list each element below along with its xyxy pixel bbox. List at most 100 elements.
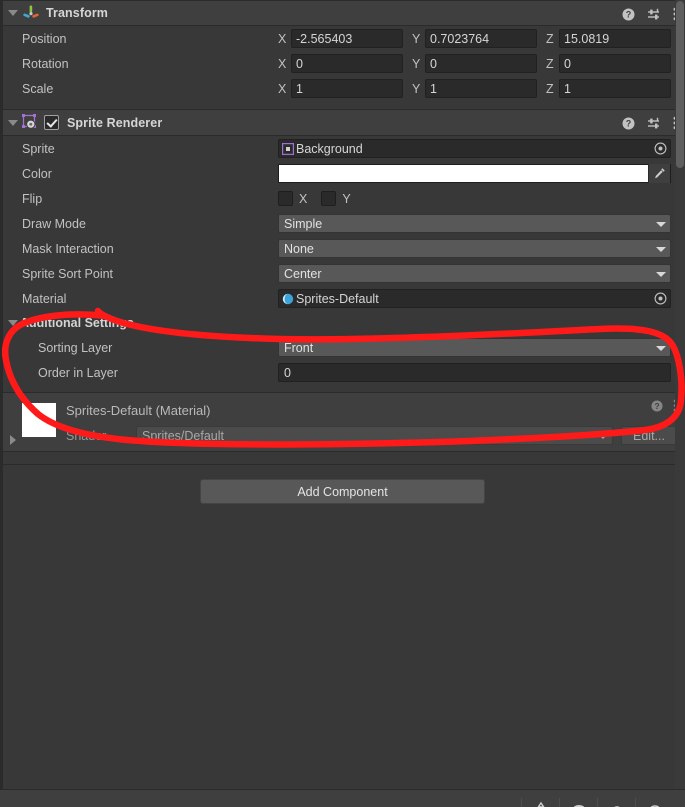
object-picker-icon — [654, 142, 667, 155]
help-icon[interactable]: ? — [622, 8, 635, 21]
unity-inspector-window: Transform ? Position X -2.565403 Y 0.702… — [0, 0, 685, 807]
material-object-picker-button[interactable] — [652, 290, 669, 307]
svg-text:?: ? — [626, 9, 632, 19]
sprite-sort-point-dropdown[interactable]: Center — [278, 264, 671, 283]
rotation-y-input[interactable]: 0 — [425, 54, 537, 73]
draw-mode-row: Draw Mode Simple — [0, 211, 685, 236]
material-asset-title: Sprites-Default (Material) — [66, 403, 211, 418]
chevron-down-icon — [656, 272, 666, 277]
chevron-down-icon — [598, 434, 608, 439]
scale-y-input[interactable]: 1 — [425, 79, 537, 98]
rotation-x-input[interactable]: 0 — [291, 54, 403, 73]
material-asset-header-icons: ? — [651, 399, 677, 412]
transform-title: Transform — [46, 6, 109, 20]
preset-icon[interactable] — [647, 8, 661, 21]
help-icon[interactable]: ? — [651, 399, 663, 412]
sprite-sort-point-label: Sprite Sort Point — [22, 266, 114, 281]
additional-settings-foldout-arrow[interactable] — [6, 316, 20, 330]
rotation-z-axis-label: Z — [546, 56, 554, 71]
sprite-label: Sprite — [22, 141, 55, 156]
sprite-sort-point-row: Sprite Sort Point Center — [0, 261, 685, 286]
tool-icon-3[interactable] — [597, 798, 635, 807]
chevron-down-icon — [656, 346, 666, 351]
transform-foldout-arrow[interactable] — [6, 6, 20, 20]
sprite-renderer-foldout-arrow[interactable] — [6, 116, 20, 130]
sprite-field-row: Sprite Background — [0, 136, 685, 161]
inspector-scrollbar[interactable] — [675, 0, 685, 807]
inspector-empty-space — [0, 516, 685, 774]
transform-bottom-spacer — [0, 101, 685, 109]
mask-interaction-dropdown[interactable]: None — [278, 239, 671, 258]
color-swatch[interactable] — [279, 165, 648, 182]
position-x-input[interactable]: -2.565403 — [291, 29, 403, 48]
object-picker-icon — [654, 292, 667, 305]
tool-icon-4[interactable] — [635, 798, 673, 807]
transform-body: Position X -2.565403 Y 0.7023764 Z 15.08… — [0, 26, 685, 109]
material-object-field[interactable]: Sprites-Default — [278, 289, 671, 308]
scale-label: Scale — [22, 81, 54, 96]
flip-x-checkbox[interactable] — [278, 191, 293, 206]
scale-z-input[interactable]: 1 — [559, 79, 671, 98]
eyedropper-button[interactable] — [648, 164, 670, 183]
additional-settings-header[interactable]: Additional Settings — [0, 311, 685, 335]
draw-mode-label: Draw Mode — [22, 216, 86, 231]
sprite-renderer-icon — [22, 114, 36, 129]
scale-x-input[interactable]: 1 — [291, 79, 403, 98]
tool-icon-1[interactable] — [521, 798, 559, 807]
sprite-renderer-title: Sprite Renderer — [67, 115, 163, 130]
mask-interaction-label: Mask Interaction — [22, 241, 114, 256]
flip-y-label: Y — [342, 191, 351, 206]
draw-mode-dropdown[interactable]: Simple — [278, 214, 671, 233]
shader-edit-button[interactable]: Edit... — [621, 426, 677, 445]
material-sphere-icon — [282, 293, 294, 304]
sprite-renderer-component-header[interactable]: Sprite Renderer ? — [0, 110, 685, 136]
transform-axes-icon — [23, 5, 39, 18]
transform-header-icons: ? — [622, 1, 677, 27]
flip-y-checkbox[interactable] — [321, 191, 337, 206]
shader-dropdown[interactable]: Sprites/Default — [136, 426, 613, 445]
position-y-input[interactable]: 0.7023764 — [425, 29, 537, 48]
order-in-layer-input[interactable]: 0 — [278, 363, 671, 382]
sorting-layer-dropdown[interactable]: Front — [278, 338, 671, 357]
mask-interaction-row: Mask Interaction None — [0, 236, 685, 261]
position-z-input[interactable]: 15.0819 — [559, 29, 671, 48]
help-icon[interactable]: ? — [622, 117, 635, 130]
sprite-object-field[interactable]: Background — [278, 139, 671, 158]
sprite-object-picker-button[interactable] — [652, 140, 669, 157]
material-value: Sprites-Default — [296, 291, 379, 306]
sprite-renderer-enabled-checkbox[interactable] — [44, 115, 59, 130]
sprite-renderer-header-icons: ? — [622, 110, 677, 136]
flip-field-row: Flip X Y — [0, 186, 685, 211]
transform-component-header[interactable]: Transform ? — [0, 0, 685, 26]
sorting-layer-value: Front — [284, 341, 314, 355]
sprite-sort-point-value: Center — [284, 267, 322, 281]
mask-interaction-value: None — [284, 242, 314, 256]
shader-value: Sprites/Default — [142, 429, 224, 443]
sorting-layer-label: Sorting Layer — [38, 340, 113, 355]
color-label: Color — [22, 166, 52, 181]
add-component-button[interactable]: Add Component — [200, 479, 485, 504]
material-asset-foldout-arrow[interactable] — [6, 435, 20, 451]
rotation-label: Rotation — [22, 56, 69, 71]
transform-position-row: Position X -2.565403 Y 0.7023764 Z 15.08… — [0, 26, 685, 51]
tool-icon-2[interactable] — [559, 798, 597, 807]
eyedropper-icon — [655, 168, 665, 179]
add-component-area: Add Component — [0, 465, 685, 516]
material-asset-row: Sprites-Default (Material) Shader Sprite… — [0, 393, 685, 451]
rotation-x-axis-label: X — [278, 56, 287, 71]
preset-icon[interactable] — [647, 117, 661, 130]
transform-scale-row: Scale X 1 Y 1 Z 1 — [0, 76, 685, 101]
rotation-z-input[interactable]: 0 — [559, 54, 671, 73]
scale-x-axis-label: X — [278, 81, 287, 96]
transform-rotation-row: Rotation X 0 Y 0 Z 0 — [0, 51, 685, 76]
window-left-edge — [0, 0, 3, 807]
flip-x-label: X — [299, 191, 308, 206]
chevron-down-icon — [656, 247, 666, 252]
inspector-scrollbar-thumb[interactable] — [676, 1, 684, 168]
color-field[interactable] — [278, 164, 671, 183]
scale-z-axis-label: Z — [546, 81, 554, 96]
svg-text:?: ? — [654, 400, 659, 410]
sprite-asset-icon — [282, 142, 294, 155]
material-label: Material — [22, 291, 67, 306]
material-field-row: Material Sprites-Default — [0, 286, 685, 311]
